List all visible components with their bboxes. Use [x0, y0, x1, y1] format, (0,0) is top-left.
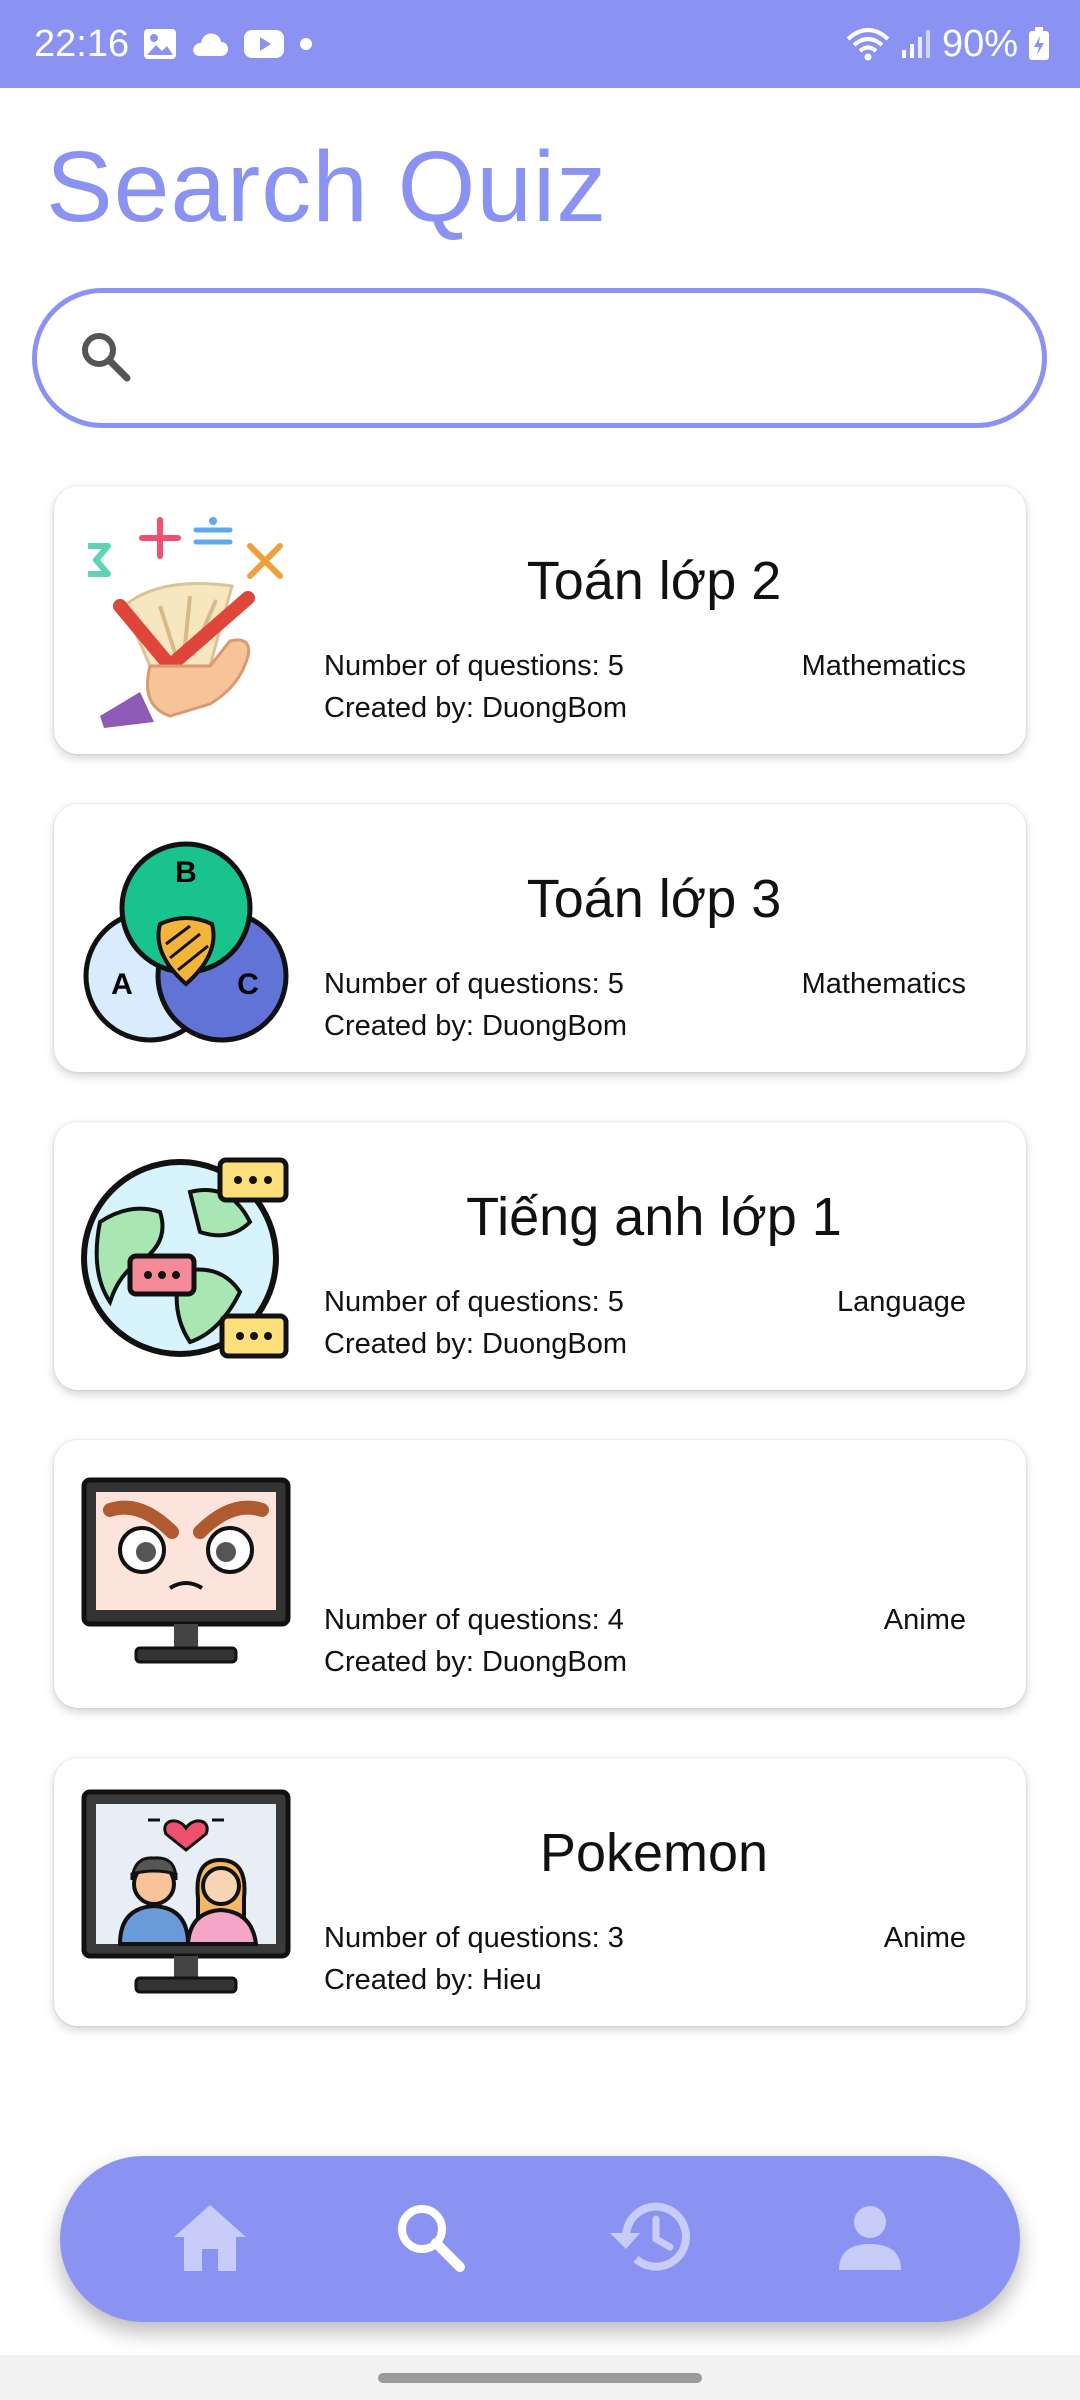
quiz-question-count: Number of questions: 5	[324, 650, 624, 682]
status-time: 22:16	[34, 22, 130, 65]
svg-text:A: A	[111, 968, 133, 1001]
quiz-category: Language	[836, 1286, 966, 1318]
quiz-question-count: Number of questions: 3	[324, 1922, 624, 1954]
quiz-title: Toán lớp 3	[526, 869, 782, 929]
quiz-author: Created by: Hieu	[324, 1964, 542, 1996]
cloud-icon	[191, 31, 229, 57]
quiz-card[interactable]: Number of questions: 4 Anime Created by:…	[54, 1440, 1026, 1708]
quiz-card[interactable]: Pokemon Number of questions: 3 Anime Cre…	[54, 1758, 1026, 2026]
quiz-author: Created by: DuongBom	[324, 692, 628, 724]
quiz-title: Toán lớp 2	[526, 551, 782, 611]
quiz-title: Pokemon	[539, 1823, 769, 1883]
battery-icon	[1028, 27, 1050, 61]
quiz-question-count: Number of questions: 4	[324, 1604, 624, 1636]
couple-monitor-icon	[80, 1788, 292, 2000]
signal-icon	[900, 28, 932, 60]
quiz-author: Created by: DuongBom	[324, 1328, 628, 1360]
home-icon	[170, 2201, 250, 2278]
nav-history[interactable]	[595, 2184, 705, 2294]
quiz-card[interactable]: Tiếng anh lớp 1 Number of questions: 5 L…	[54, 1122, 1026, 1390]
quiz-author: Created by: DuongBom	[324, 1010, 628, 1042]
quiz-author: Created by: DuongBom	[324, 1646, 628, 1678]
search-bar[interactable]	[32, 288, 1047, 428]
svg-text:C: C	[237, 968, 259, 1001]
status-left: 22:16	[34, 23, 313, 66]
svg-text:B: B	[175, 856, 197, 889]
angry-monitor-icon	[80, 1470, 292, 1682]
quiz-question-count: Number of questions: 5	[324, 968, 624, 1000]
quiz-category: Mathematics	[801, 968, 966, 1000]
quiz-category: Anime	[883, 1922, 966, 1954]
nav-home[interactable]	[155, 2184, 265, 2294]
status-bar: 22:16 90%	[0, 0, 1080, 88]
status-right: 90%	[846, 23, 1050, 66]
wifi-icon	[846, 27, 890, 61]
history-icon	[608, 2199, 692, 2280]
quiz-card[interactable]: Toán lớp 2 Number of questions: 5 Mathem…	[54, 486, 1026, 754]
quiz-list: Toán lớp 2 Number of questions: 5 Mathem…	[54, 486, 1026, 2076]
search-icon	[392, 2199, 468, 2280]
dot-icon	[299, 37, 313, 51]
quiz-card[interactable]: B A C Toán lớp 3 Number of questions: 5 …	[54, 804, 1026, 1072]
search-icon	[77, 328, 133, 389]
math-symbols-icon	[80, 516, 292, 728]
profile-icon	[835, 2202, 905, 2277]
bottom-nav	[60, 2156, 1020, 2322]
venn-diagram-icon: B A C	[80, 834, 292, 1046]
quiz-category: Anime	[883, 1604, 966, 1636]
page-title: Search Quiz	[46, 131, 608, 243]
battery-percentage: 90%	[941, 22, 1018, 65]
quiz-category: Mathematics	[801, 650, 966, 682]
youtube-icon	[243, 29, 285, 59]
image-icon	[143, 28, 177, 60]
quiz-question-count: Number of questions: 5	[324, 1286, 624, 1318]
globe-chat-icon	[80, 1152, 292, 1364]
search-input[interactable]	[153, 292, 1042, 424]
home-gesture-bar[interactable]	[378, 2373, 702, 2383]
nav-search[interactable]	[375, 2184, 485, 2294]
quiz-title: Tiếng anh lớp 1	[466, 1187, 842, 1247]
nav-profile[interactable]	[815, 2184, 925, 2294]
